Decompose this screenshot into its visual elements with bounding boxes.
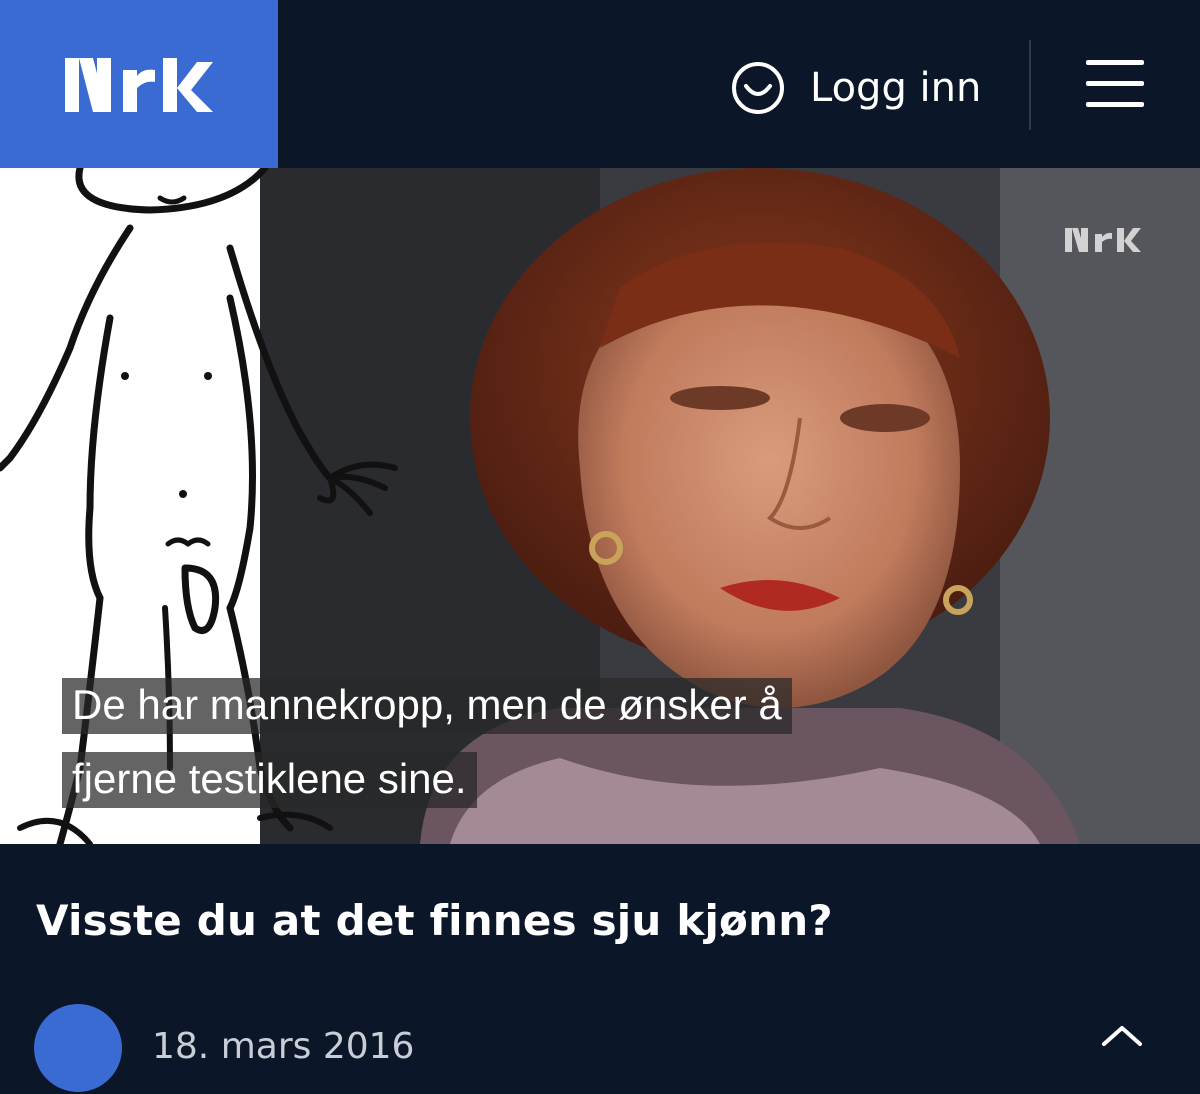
subtitle-line-2: fjerne testiklene sine.: [62, 752, 477, 808]
video-still: [0, 168, 1200, 844]
publish-date: 18. mars 2016: [152, 1026, 415, 1067]
video-frame[interactable]: De har mannekropp, men de ønsker å fjern…: [0, 168, 1200, 844]
nrk-watermark-icon: [1065, 228, 1141, 252]
header-divider: [1029, 40, 1031, 130]
login-label: Logg inn: [810, 65, 982, 111]
subtitle-line-1: De har mannekropp, men de ønsker å: [62, 678, 792, 734]
login-button[interactable]: Logg inn: [730, 58, 981, 118]
nrk-logo[interactable]: [0, 0, 278, 168]
smiley-user-icon: [732, 62, 784, 114]
chevron-up-icon[interactable]: [1098, 1020, 1146, 1050]
article-card: Visste du at det finnes sju kjønn? 18. m…: [0, 844, 1200, 1094]
nrk-logo-icon: [65, 58, 213, 112]
site-header: Logg inn: [0, 0, 1200, 168]
article-title[interactable]: Visste du at det finnes sju kjønn?: [36, 896, 833, 945]
author-avatar: [34, 1004, 122, 1092]
hamburger-menu-icon[interactable]: [1086, 60, 1146, 110]
